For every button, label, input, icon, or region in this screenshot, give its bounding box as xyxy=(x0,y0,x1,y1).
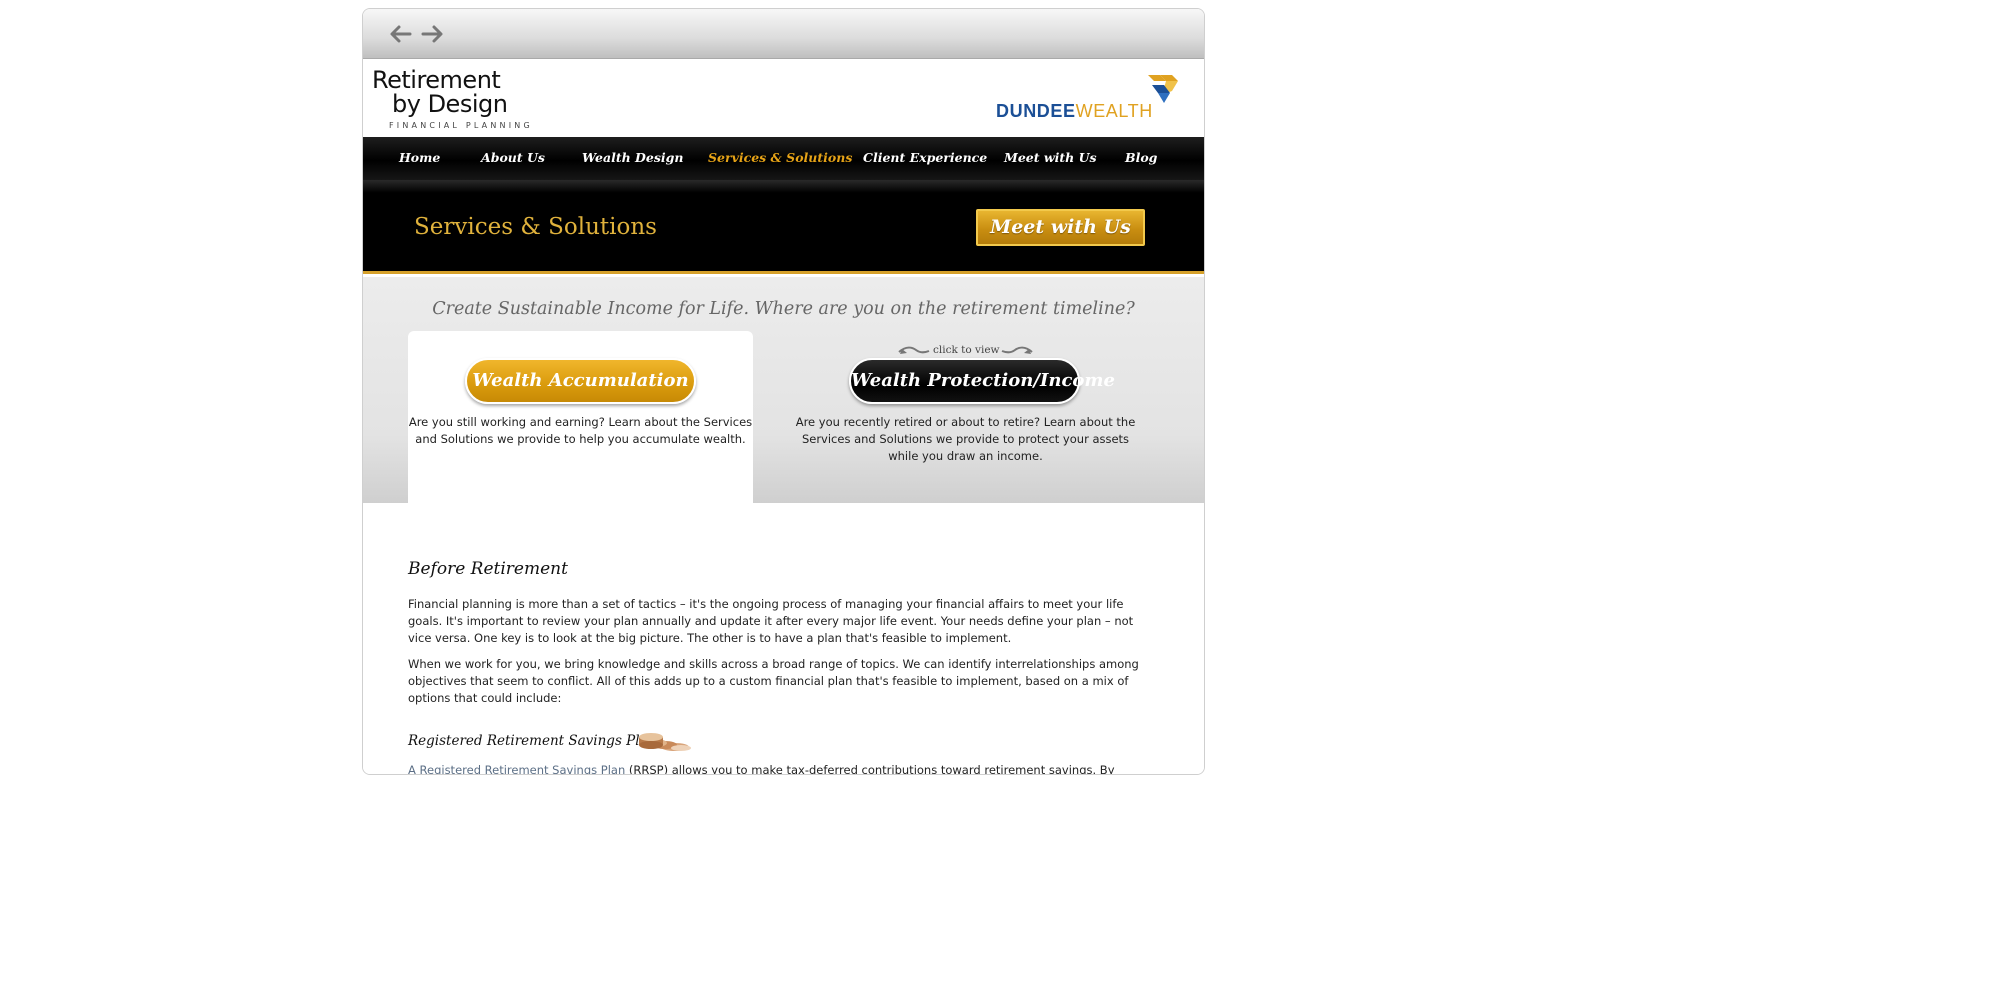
nav-item-services-solutions[interactable]: Services & Solutions xyxy=(708,150,852,165)
wealth-protection-line-2: Services and Solutions we provide to pro… xyxy=(801,432,1130,446)
back-arrow-icon[interactable] xyxy=(388,23,412,45)
site-logo[interactable]: Retirement by Design FINANCIAL PLANNING xyxy=(372,65,530,135)
partner-word-dundee: DUNDEE xyxy=(996,101,1076,121)
partner-wordmark: DUNDEEWEALTH xyxy=(996,101,1153,121)
main-navigation: Home About Us Wealth Design Services & S… xyxy=(363,137,1204,180)
partner-logo[interactable]: DUNDEEWEALTH xyxy=(996,71,1180,121)
wealth-protection-line-3: while you draw an income. xyxy=(888,449,1043,463)
nav-item-meet-with-us[interactable]: Meet with Us xyxy=(1004,150,1097,165)
partner-word-wealth: WEALTH xyxy=(1075,101,1153,121)
left-swoosh-icon xyxy=(898,346,930,354)
timeline-heading: Create Sustainable Income for Life. Wher… xyxy=(432,299,1135,319)
nav-item-client-experience[interactable]: Client Experience xyxy=(863,150,987,165)
site-header: Retirement by Design FINANCIAL PLANNING … xyxy=(363,59,1204,137)
rrsp-link[interactable]: A Registered Retirement Savings Plan xyxy=(408,763,625,774)
brand-tagline: FINANCIAL PLANNING xyxy=(389,121,533,130)
nav-item-about-us[interactable]: About Us xyxy=(481,150,545,165)
wealth-accumulation-button[interactable]: Wealth Accumulation xyxy=(465,358,696,404)
nav-item-wealth-design[interactable]: Wealth Design xyxy=(582,150,683,165)
rrsp-paragraph: A Registered Retirement Savings Plan (RR… xyxy=(408,762,1153,774)
main-content: Before Retirement Financial planning is … xyxy=(363,503,1204,774)
retirement-timeline: Create Sustainable Income for Life. Wher… xyxy=(363,277,1204,503)
meet-with-us-button[interactable]: Meet with Us xyxy=(976,209,1145,246)
wealth-protection-line-1: Are you recently retired or about to ret… xyxy=(795,415,1136,429)
wealth-protection-income-button[interactable]: Wealth Protection/Income xyxy=(849,358,1115,404)
brand-line-2: by Design xyxy=(392,90,508,118)
wealth-accumulation-description: Are you still working and earning? Learn… xyxy=(408,414,753,448)
coins-icon xyxy=(639,733,691,751)
right-swoosh-icon xyxy=(1001,346,1033,354)
wealth-accumulation-line-1: Are you still working and earning? Learn… xyxy=(408,415,753,429)
intro-paragraph: Financial planning is more than a set of… xyxy=(408,597,1134,645)
section-title: Before Retirement xyxy=(408,559,568,579)
wealth-protection-description: Are you recently retired or about to ret… xyxy=(783,414,1148,465)
nav-item-blog[interactable]: Blog xyxy=(1125,150,1157,165)
nav-item-home[interactable]: Home xyxy=(399,150,440,165)
click-to-view-label: click to view xyxy=(933,344,1000,356)
page-title: Services & Solutions xyxy=(414,214,657,240)
page-banner: Services & Solutions Meet with Us xyxy=(363,180,1204,274)
click-to-view-hint: click to view xyxy=(898,344,1033,358)
forward-arrow-icon[interactable] xyxy=(421,23,445,45)
wealth-accumulation-line-2: and Solutions we provide to help you acc… xyxy=(415,432,746,446)
browser-window: Retirement by Design FINANCIAL PLANNING … xyxy=(362,8,1205,775)
knowledge-paragraph: When we work for you, we bring knowledge… xyxy=(408,657,1139,705)
browser-toolbar xyxy=(363,9,1204,59)
